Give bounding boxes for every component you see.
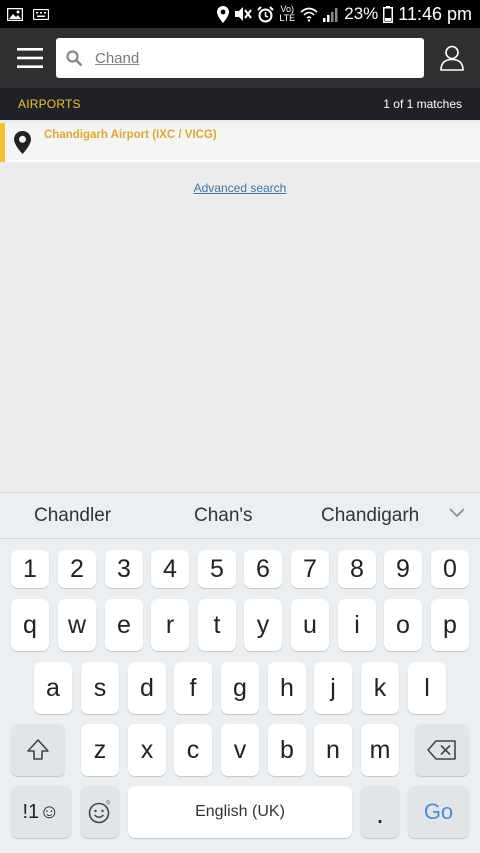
key-n[interactable]: n: [314, 724, 352, 776]
key-c[interactable]: c: [174, 724, 212, 776]
key-1[interactable]: 1: [11, 550, 49, 588]
key-m[interactable]: m: [361, 724, 399, 776]
key-6[interactable]: 6: [244, 550, 282, 588]
key-l[interactable]: l: [408, 662, 446, 714]
hamburger-icon: [17, 48, 43, 68]
alarm-icon: [257, 5, 274, 23]
on-screen-keyboard: Chandler Chan's Chandigarh 1 2 3 4 5 6 7…: [0, 492, 480, 853]
signal-icon: [323, 7, 339, 22]
result-label: Chandigarh Airport (IXC / VICG): [44, 129, 217, 141]
shift-icon: [27, 739, 49, 760]
key-b[interactable]: b: [268, 724, 306, 776]
key-8[interactable]: 8: [338, 550, 376, 588]
search-icon: [58, 49, 90, 67]
shift-key[interactable]: [11, 724, 65, 776]
key-z[interactable]: z: [81, 724, 119, 776]
key-u[interactable]: u: [291, 599, 329, 651]
battery-percent: 23%: [344, 4, 379, 23]
section-title: AIRPORTS: [18, 97, 81, 111]
key-f[interactable]: f: [174, 662, 212, 714]
key-i[interactable]: i: [338, 599, 376, 651]
key-p[interactable]: p: [431, 599, 469, 651]
key-v[interactable]: v: [221, 724, 259, 776]
battery-icon: [383, 5, 394, 23]
key-4[interactable]: 4: [151, 550, 189, 588]
suggestion-2[interactable]: Chan's: [194, 505, 253, 527]
account-button[interactable]: [426, 28, 478, 88]
results-section-header: AIRPORTS 1 of 1 matches: [0, 88, 480, 120]
key-w[interactable]: w: [58, 599, 96, 651]
suggestion-bar: Chandler Chan's Chandigarh: [0, 493, 480, 539]
key-o[interactable]: o: [384, 599, 422, 651]
menu-button[interactable]: [0, 28, 60, 88]
wifi-icon: [300, 7, 318, 22]
backspace-key[interactable]: [415, 724, 469, 776]
key-e[interactable]: e: [105, 599, 143, 651]
status-bar: Vo) LTE 23% 11:46 pm: [0, 0, 480, 28]
key-d[interactable]: d: [128, 662, 166, 714]
key-j[interactable]: j: [314, 662, 352, 714]
space-key[interactable]: English (UK): [128, 786, 352, 838]
go-key[interactable]: Go: [408, 786, 469, 838]
key-a[interactable]: a: [34, 662, 72, 714]
chevron-down-icon[interactable]: [448, 506, 466, 524]
key-5[interactable]: 5: [198, 550, 236, 588]
match-count: 1 of 1 matches: [383, 97, 462, 111]
gallery-notification-icon: [7, 7, 23, 21]
clock: 11:46 pm: [398, 3, 472, 24]
key-3[interactable]: 3: [105, 550, 143, 588]
key-0[interactable]: 0: [431, 550, 469, 588]
location-icon: [217, 5, 230, 23]
suggestion-1[interactable]: Chandler: [34, 505, 111, 527]
keyboard-notification-icon: [33, 8, 49, 20]
app-bar: [0, 28, 480, 88]
volte-label: Vo) LTE: [279, 4, 296, 23]
key-r[interactable]: r: [151, 599, 189, 651]
key-h[interactable]: h: [268, 662, 306, 714]
result-item[interactable]: Chandigarh Airport (IXC / VICG): [0, 123, 480, 162]
key-g[interactable]: g: [221, 662, 259, 714]
key-t[interactable]: t: [198, 599, 236, 651]
emoji-icon: [88, 799, 111, 824]
user-icon: [440, 45, 464, 71]
suggestion-3[interactable]: Chandigarh: [321, 505, 419, 527]
key-x[interactable]: x: [128, 724, 166, 776]
period-key[interactable]: .: [361, 786, 399, 838]
advanced-search-link[interactable]: Advanced search: [0, 181, 480, 195]
mute-icon: [234, 6, 253, 22]
key-y[interactable]: y: [244, 599, 282, 651]
symbols-key[interactable]: !1☺: [11, 786, 71, 838]
key-2[interactable]: 2: [58, 550, 96, 588]
backspace-icon: [427, 740, 456, 760]
search-box[interactable]: [56, 38, 424, 78]
volte-icon: Vo) LTE: [279, 5, 295, 23]
key-s[interactable]: s: [81, 662, 119, 714]
key-9[interactable]: 9: [384, 550, 422, 588]
search-input[interactable]: [95, 49, 395, 67]
emoji-key[interactable]: [81, 786, 119, 838]
key-k[interactable]: k: [361, 662, 399, 714]
key-7[interactable]: 7: [291, 550, 329, 588]
screen: Vo) LTE 23% 11:46 pm Chand AIRPORTS 1 of…: [0, 0, 480, 853]
key-q[interactable]: q: [11, 599, 49, 651]
map-pin-icon: [5, 123, 39, 162]
